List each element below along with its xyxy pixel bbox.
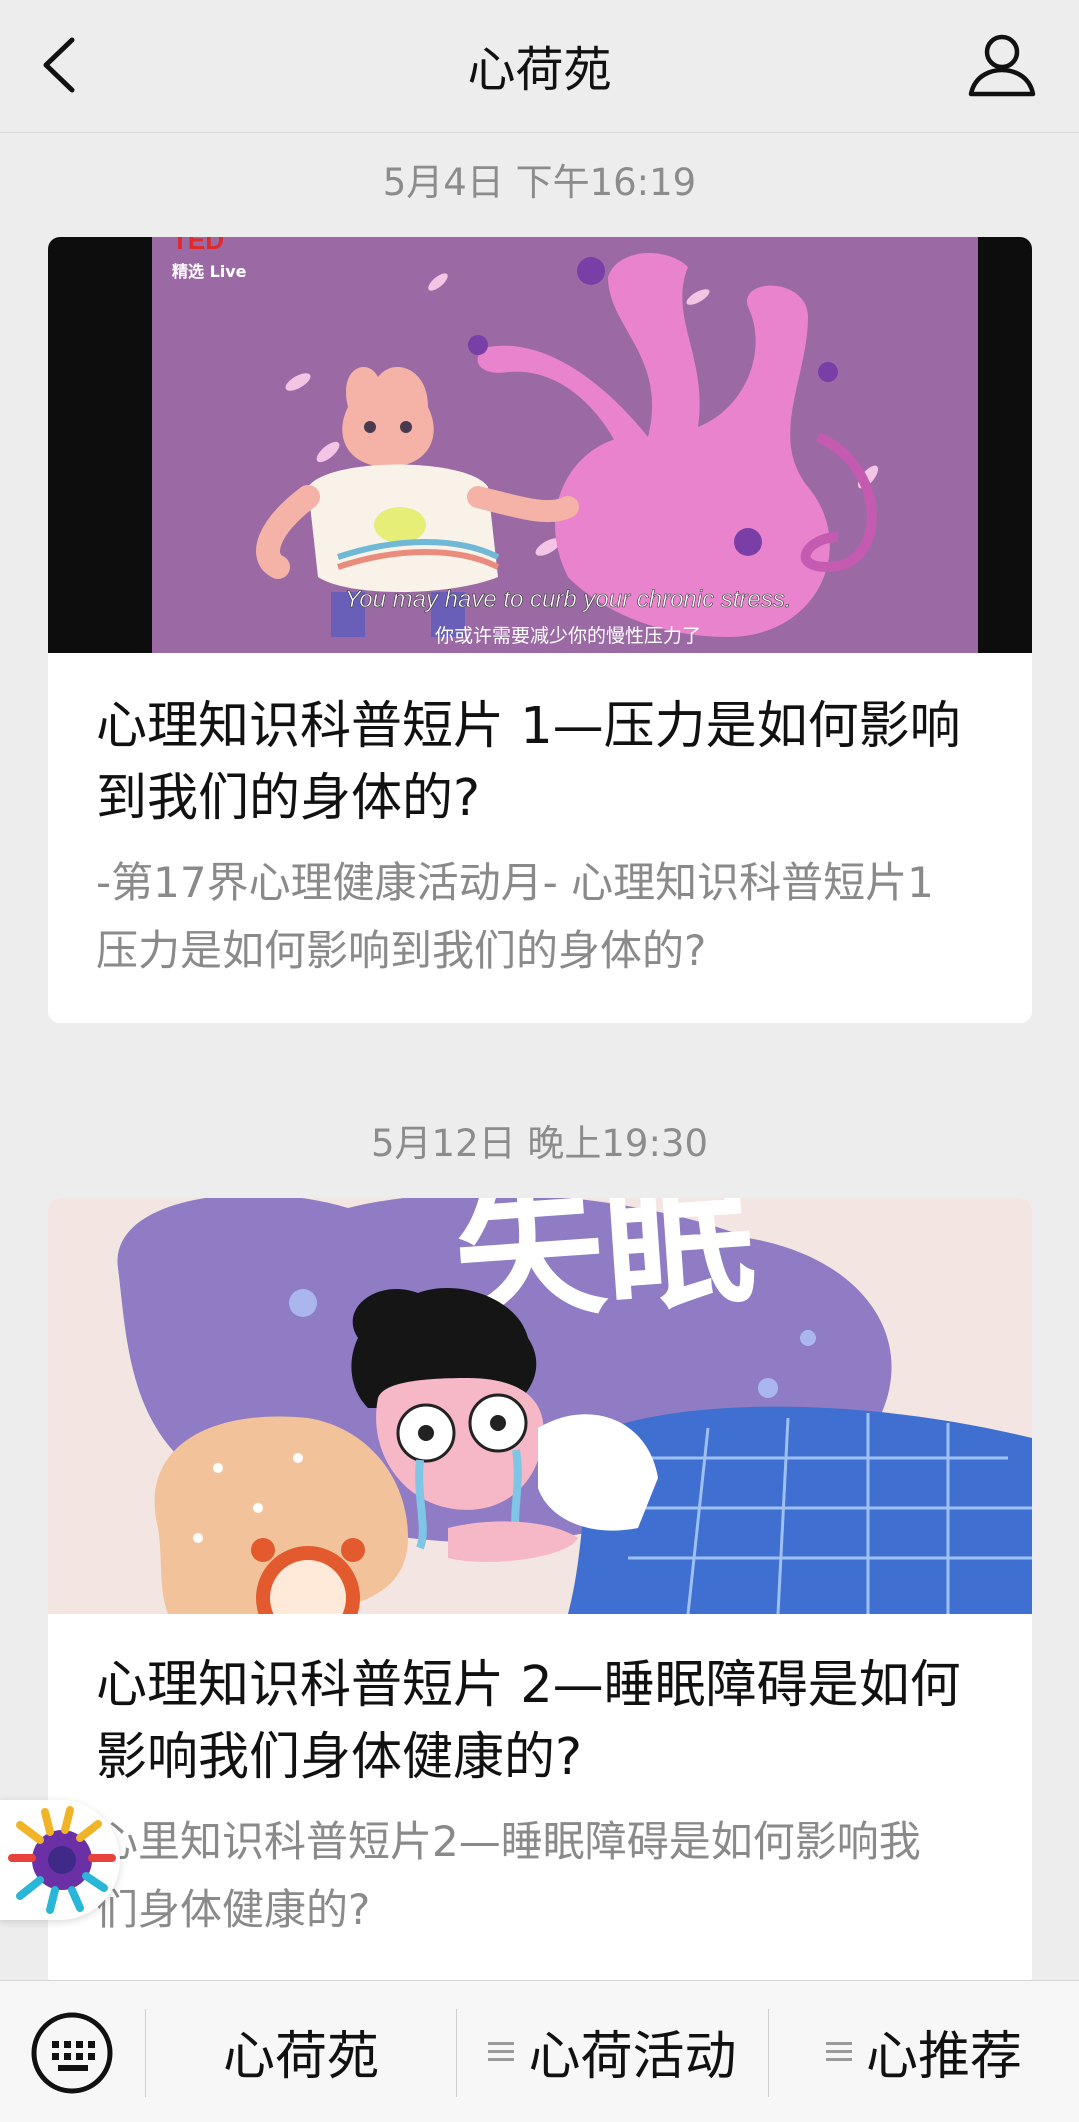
article-title: 心理知识科普短片 1—压力是如何影响到我们的身体的?: [96, 697, 961, 828]
ted-logo-subtitle: 精选 Live: [172, 262, 247, 281]
article-cover-video-still: TED 精选 Live You may have to curb your ch…: [48, 237, 1032, 653]
article-card[interactable]: TED 精选 Live You may have to curb your ch…: [48, 237, 1032, 1023]
cover-illustration-insomnia: 失眠: [48, 1198, 1032, 1614]
menu-item-label: 心荷苑: [222, 2027, 379, 2087]
article-description: -第17界心理健康活动月- 心理知识科普短片1 压力是如何影响到我们的身体的?: [96, 858, 934, 975]
message-timestamp: 5月12日 晚上19:30: [370, 1122, 708, 1165]
article-title: 心理知识科普短片 2—睡眠障碍是如何影响我们身体健康的?: [96, 1656, 961, 1787]
submenu-list-icon: [488, 2041, 515, 2061]
submenu-list-icon: [825, 2041, 852, 2061]
top-bar: 心荷苑: [0, 0, 1079, 133]
menu-item-recommend[interactable]: 心推荐: [769, 1981, 1079, 2122]
keyboard-icon[interactable]: [28, 2009, 116, 2097]
article-description: 心里知识科普短片2—睡眠障碍是如何影响我们身体健康的?: [96, 1817, 921, 1934]
video-subtitle-zh: 你或许需要减少你的慢性压力了: [435, 625, 701, 647]
article-cover-image: 失眠: [48, 1198, 1032, 1614]
ted-logo: TED: [172, 237, 224, 255]
bottom-menu-bar: 心荷苑 心荷活动 心推荐: [0, 1980, 1079, 2122]
menu-item-xinheyuan[interactable]: 心荷苑: [146, 1981, 456, 2122]
colorful-hands-logo-icon: [8, 1806, 116, 1914]
user-profile-icon[interactable]: [965, 28, 1039, 102]
message-timestamp: 5月4日 下午16:19: [382, 161, 697, 204]
page-title: 心荷苑: [467, 42, 612, 98]
menu-item-activities[interactable]: 心荷活动: [457, 1981, 768, 2122]
article-card[interactable]: 失眠 心理知识科普短片 2—睡眠障碍是如何影响我们身体健康的? 心里知识科普短片…: [48, 1198, 1032, 1988]
video-subtitle-en: You may have to curb your chronic stress…: [345, 586, 792, 613]
menu-item-label: 心推荐: [865, 2027, 1022, 2087]
menu-item-label: 心荷活动: [528, 2027, 737, 2087]
cover-illustration-stress: TED 精选 Live You may have to curb your ch…: [48, 237, 1032, 653]
floating-logo-button[interactable]: [0, 1800, 120, 1920]
